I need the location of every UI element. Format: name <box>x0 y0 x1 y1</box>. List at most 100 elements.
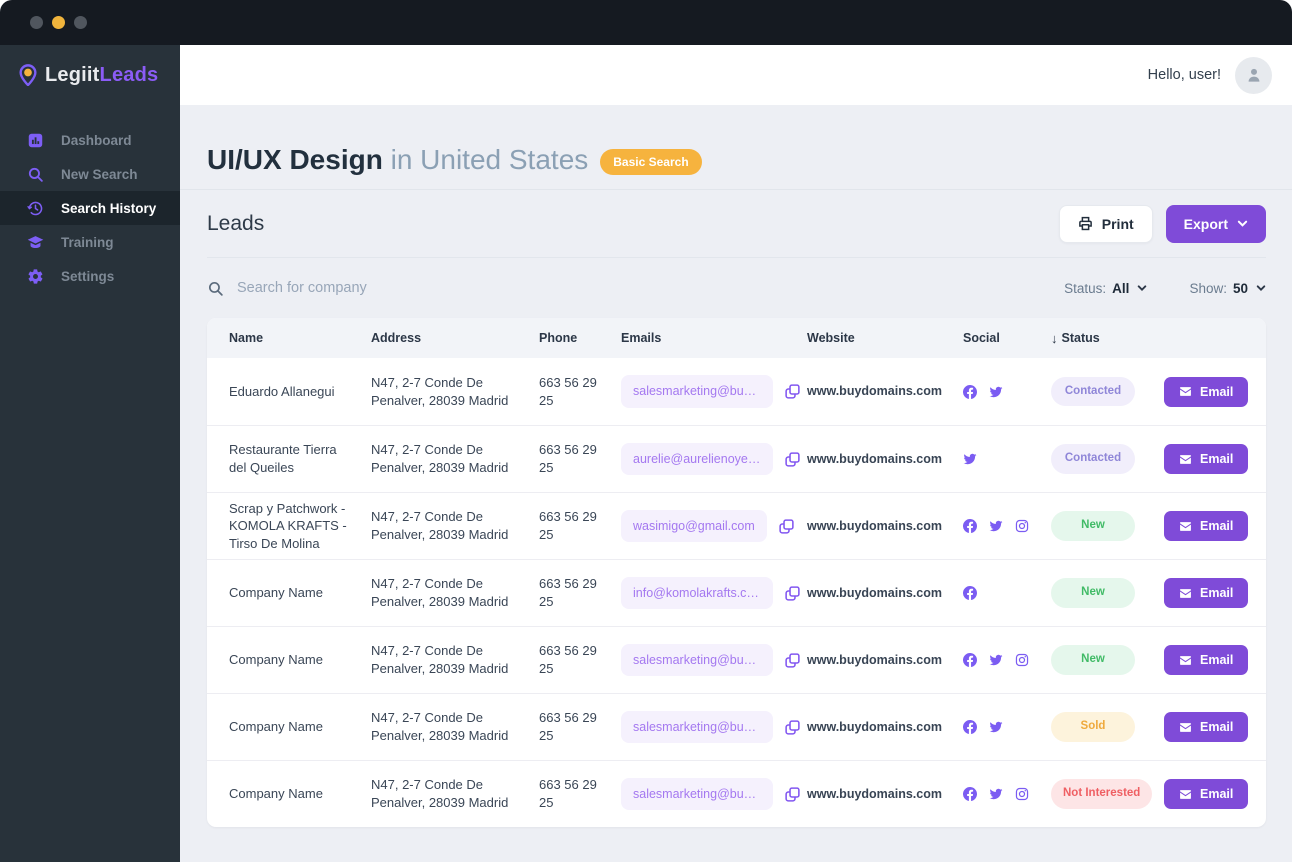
column-header-status[interactable]: ↓ Status <box>1051 331 1164 346</box>
lead-address: N47, 2-7 Conde De Penalver, 28039 Madrid <box>371 643 509 676</box>
filter-row: Status: All Show: 50 <box>207 258 1266 318</box>
lead-name: Company Name <box>229 719 323 735</box>
status-badge: New <box>1051 645 1135 675</box>
app-window: LegiitLeads Dashboard New Search Search Hi… <box>0 0 1292 862</box>
instagram-icon[interactable] <box>1015 787 1029 801</box>
lead-emails: salesmarketing@buydom... <box>621 643 807 677</box>
copy-icon[interactable] <box>784 383 801 400</box>
facebook-icon[interactable] <box>963 787 977 801</box>
lead-name: Eduardo Allanegui <box>229 383 335 399</box>
window-minimize-button[interactable] <box>52 16 65 29</box>
user-avatar[interactable] <box>1235 56 1272 94</box>
twitter-icon[interactable] <box>989 653 1003 667</box>
logo[interactable]: LegiitLeads <box>0 45 180 105</box>
window-close-button[interactable] <box>30 16 43 29</box>
status-filter-dropdown[interactable]: Status: All <box>1064 281 1147 296</box>
lead-email-chip[interactable]: salesmarketing@buydom... <box>621 643 773 677</box>
email-button[interactable]: Email <box>1164 376 1249 407</box>
lead-emails: aurelie@aurelienoyer.com <box>621 442 807 476</box>
lead-name: Company Name <box>229 786 323 802</box>
main-content: UI/UX Design in United States Basic Sear… <box>180 105 1292 862</box>
leads-header: Leads Print Export <box>207 190 1266 258</box>
lead-email-chip[interactable]: salesmarketing@buydom... <box>621 777 773 811</box>
copy-icon[interactable] <box>784 652 801 669</box>
lead-website[interactable]: www.buydomains.com <box>807 451 963 468</box>
twitter-icon[interactable] <box>963 452 977 466</box>
email-button[interactable]: Email <box>1164 578 1249 608</box>
status-badge: New <box>1051 578 1135 608</box>
lead-website[interactable]: www.buydomains.com <box>807 786 963 803</box>
lead-website[interactable]: www.buydomains.com <box>807 383 963 400</box>
facebook-icon[interactable] <box>963 519 977 533</box>
lead-address: N47, 2-7 Conde De Penalver, 28039 Madrid <box>371 710 509 743</box>
lead-status-cell: New <box>1051 645 1164 675</box>
search-input[interactable] <box>237 280 557 296</box>
printer-icon <box>1078 216 1092 231</box>
facebook-icon[interactable] <box>963 720 977 734</box>
envelope-icon <box>1180 387 1191 396</box>
twitter-icon[interactable] <box>989 385 1003 399</box>
sort-descending-icon: ↓ <box>1051 330 1058 346</box>
copy-icon[interactable] <box>784 451 801 468</box>
email-button[interactable]: Email <box>1164 779 1249 809</box>
lead-website[interactable]: www.buydomains.com <box>807 719 963 736</box>
column-header-phone[interactable]: Phone <box>539 331 621 345</box>
column-header-name[interactable]: Name <box>229 331 371 345</box>
email-button[interactable]: Email <box>1164 712 1249 742</box>
column-header-website[interactable]: Website <box>807 331 963 345</box>
instagram-icon[interactable] <box>1015 653 1029 667</box>
copy-icon[interactable] <box>784 786 801 803</box>
lead-email-chip[interactable]: wasimigo@gmail.com <box>621 509 767 543</box>
email-button[interactable]: Email <box>1164 511 1249 541</box>
print-button[interactable]: Print <box>1058 204 1153 243</box>
lead-name: Scrap y Patchwork - KOMOLA KRAFTS - Tirs… <box>229 500 347 551</box>
sidebar-nav: Dashboard New Search Search History Trainin… <box>0 123 180 293</box>
column-header-address[interactable]: Address <box>371 331 539 345</box>
window-maximize-button[interactable] <box>74 16 87 29</box>
lead-email-chip[interactable]: aurelie@aurelienoyer.com <box>621 442 773 476</box>
lead-emails: wasimigo@gmail.com <box>621 509 807 543</box>
lead-email-chip[interactable]: salesmarketing@buydom... <box>621 710 773 744</box>
copy-icon[interactable] <box>784 719 801 736</box>
twitter-icon[interactable] <box>989 787 1003 801</box>
sidebar-item-search-history[interactable]: Search History <box>0 191 180 225</box>
copy-icon[interactable] <box>778 518 795 535</box>
twitter-icon[interactable] <box>989 720 1003 734</box>
lead-website[interactable]: www.buydomains.com <box>807 518 963 535</box>
instagram-icon[interactable] <box>1015 519 1029 533</box>
lead-website[interactable]: www.buydomains.com <box>807 652 963 669</box>
email-button[interactable]: Email <box>1164 444 1249 474</box>
lead-address: N47, 2-7 Conde De Penalver, 28039 Madrid <box>371 374 509 408</box>
sidebar-item-dashboard[interactable]: Dashboard <box>0 123 180 157</box>
envelope-icon <box>1180 655 1191 665</box>
settings-icon <box>27 268 44 285</box>
table-row: Eduardo Allanegui N47, 2-7 Conde De Penal… <box>207 358 1266 425</box>
lead-status-cell: New <box>1051 578 1164 608</box>
lead-phone: 663 56 29 25 <box>539 442 597 475</box>
sidebar-item-settings[interactable]: Settings <box>0 259 180 293</box>
table-row: Company Name N47, 2-7 Conde De Penalver, … <box>207 559 1266 626</box>
email-button[interactable]: Email <box>1164 645 1249 675</box>
lead-email-chip[interactable]: salesmarketing@buydom... <box>621 375 773 408</box>
lead-name: Company Name <box>229 585 323 601</box>
show-count-dropdown[interactable]: Show: 50 <box>1189 281 1266 296</box>
envelope-icon <box>1180 789 1191 799</box>
column-header-social[interactable]: Social <box>963 331 1051 345</box>
sidebar-item-new-search[interactable]: New Search <box>0 157 180 191</box>
export-button[interactable]: Export <box>1165 204 1266 243</box>
twitter-icon[interactable] <box>989 519 1003 533</box>
table-row: Scrap y Patchwork - KOMOLA KRAFTS - Tirs… <box>207 492 1266 559</box>
facebook-icon[interactable] <box>963 384 977 399</box>
status-badge: Sold <box>1051 712 1135 742</box>
facebook-icon[interactable] <box>963 586 977 600</box>
sidebar-item-training[interactable]: Training <box>0 225 180 259</box>
page-title-band: UI/UX Design in United States Basic Sear… <box>180 105 1292 190</box>
lead-phone: 663 56 29 25 <box>539 777 597 810</box>
lead-email-chip[interactable]: info@komolakrafts.com <box>621 576 773 610</box>
lead-website[interactable]: www.buydomains.com <box>807 585 963 602</box>
company-search <box>207 280 1064 297</box>
column-header-emails[interactable]: Emails <box>621 331 807 345</box>
status-badge: Contacted <box>1051 376 1135 407</box>
facebook-icon[interactable] <box>963 653 977 667</box>
copy-icon[interactable] <box>784 585 801 602</box>
